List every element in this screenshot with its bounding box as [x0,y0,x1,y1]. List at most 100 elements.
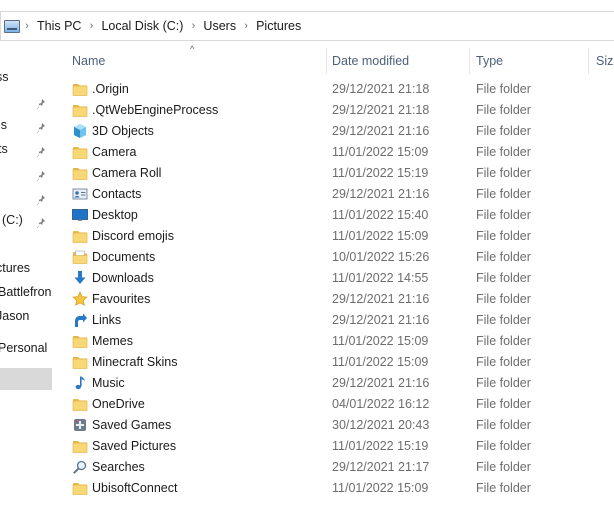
file-name[interactable]: Music [92,373,125,394]
file-type: File folder [476,103,531,117]
downloads-icon [72,270,88,286]
nav-item[interactable] [0,162,52,184]
file-name[interactable]: Discord emojis [92,226,174,247]
file-row[interactable]: Favourites 29/12/2021 21:16 File folder [66,289,614,310]
file-name[interactable]: 3D Objects [92,121,154,142]
nav-item-label: (C:) [2,213,23,227]
folder-icon [72,480,88,496]
nav-item[interactable]: Personal [0,337,52,359]
file-date-modified: 29/12/2021 21:16 [332,124,430,138]
file-row[interactable]: Documents 10/01/2022 15:26 File folder [66,247,614,268]
file-type: File folder [476,460,531,474]
contacts-icon [72,186,88,202]
chevron-right-icon[interactable]: › [84,20,98,32]
file-row[interactable]: Discord emojis 11/01/2022 15:09 File folde… [66,226,614,247]
file-name[interactable]: Desktop [92,205,138,226]
file-list: .Origin 29/12/2021 21:18 File folder .QtWeb… [66,79,614,499]
file-type: File folder [476,145,531,159]
file-type: File folder [476,313,531,327]
chevron-right-icon[interactable]: › [20,20,34,32]
pin-icon[interactable] [36,214,46,228]
pin-icon[interactable] [36,191,46,205]
folder-icon [72,438,88,454]
file-name[interactable]: Saved Pictures [92,436,176,457]
file-row[interactable]: 3D Objects 29/12/2021 21:16 File folder [66,121,614,142]
file-name[interactable]: Minecraft Skins [92,352,177,373]
file-row[interactable]: Music 29/12/2021 21:16 File folder [66,373,614,394]
file-name[interactable]: Favourites [92,289,150,310]
column-header-date-modified[interactable]: Date modified [326,46,409,76]
file-name[interactable]: .QtWebEngineProcess [92,100,218,121]
breadcrumb-pictures[interactable]: Pictures [253,19,304,33]
file-row[interactable]: Saved Pictures 11/01/2022 15:19 File folde… [66,436,614,457]
file-name[interactable]: Camera Roll [92,163,161,184]
file-name[interactable]: Saved Games [92,415,171,436]
address-bar[interactable]: › This PC › Local Disk (C:) › Users › Pi… [0,11,614,41]
chevron-right-icon[interactable]: › [186,20,200,32]
file-name[interactable]: Downloads [92,268,154,289]
chevron-right-icon[interactable]: › [239,20,253,32]
navigation-pane[interactable]: ss ls ts (C:) ctures Battlefron Jason Personal [0,45,52,514]
file-name[interactable]: Documents [92,247,155,268]
file-row[interactable]: Links 29/12/2021 21:16 File folder [66,310,614,331]
file-name[interactable]: Camera [92,142,136,163]
nav-item-label: ts [0,142,8,156]
pin-icon[interactable] [36,167,46,181]
breadcrumb-local-disk[interactable]: Local Disk (C:) [98,19,186,33]
nav-item[interactable]: ls [0,114,52,136]
file-type: File folder [476,166,531,180]
file-date-modified: 11/01/2022 15:09 [332,334,429,348]
file-row[interactable]: Saved Games 30/12/2021 20:43 File folder [66,415,614,436]
column-divider[interactable] [588,48,589,74]
nav-item-label: Jason [0,309,30,323]
nav-item[interactable]: ts [0,138,52,160]
file-row[interactable]: Minecraft Skins 11/01/2022 15:09 File fold… [66,352,614,373]
favourites-icon [72,291,88,307]
file-name[interactable]: .Origin [92,79,129,100]
nav-item-label: ss [0,70,9,84]
nav-item[interactable]: Jason [0,305,52,327]
file-row[interactable]: Desktop 11/01/2022 15:40 File folder [66,205,614,226]
folder-icon [72,396,88,412]
breadcrumb-this-pc[interactable]: This PC [34,19,84,33]
file-name[interactable]: UbisoftConnect [92,478,177,499]
file-row[interactable]: Camera Roll 11/01/2022 15:19 File folder [66,163,614,184]
folder-icon [72,354,88,370]
file-name[interactable]: Memes [92,331,133,352]
nav-item-label: ctures [0,261,31,275]
nav-item[interactable]: ctures [0,257,52,279]
documents-icon [72,249,88,265]
file-name[interactable]: Contacts [92,184,141,205]
file-row[interactable]: OneDrive 04/01/2022 16:12 File folder [66,394,614,415]
file-type: File folder [476,229,531,243]
nav-item[interactable]: ss [0,66,52,88]
nav-item[interactable] [0,90,52,112]
nav-item[interactable] [0,186,52,208]
folder-icon [72,102,88,118]
file-row[interactable]: .QtWebEngineProcess 29/12/2021 21:18 File … [66,100,614,121]
pin-icon[interactable] [36,119,46,133]
nav-item[interactable]: (C:) [0,209,52,231]
file-row[interactable]: Searches 29/12/2021 21:17 File folder [66,457,614,478]
file-row[interactable]: Camera 11/01/2022 15:09 File folder [66,142,614,163]
folder-icon [72,144,88,160]
file-row[interactable]: Contacts 29/12/2021 21:16 File folder [66,184,614,205]
file-row[interactable]: .Origin 29/12/2021 21:18 File folder [66,79,614,100]
desktop-icon [72,207,88,223]
file-type: File folder [476,292,531,306]
file-name[interactable]: OneDrive [92,394,145,415]
file-name[interactable]: Searches [92,457,145,478]
file-row[interactable]: UbisoftConnect 11/01/2022 15:09 File folde… [66,478,614,499]
nav-item[interactable] [0,368,52,390]
pin-icon[interactable] [36,95,46,109]
file-row[interactable]: Downloads 11/01/2022 14:55 File folder [66,268,614,289]
column-header-type[interactable]: Type [470,46,503,76]
nav-item[interactable]: Battlefron [0,281,52,303]
column-header-size[interactable]: Size [590,46,614,76]
file-row[interactable]: Memes 11/01/2022 15:09 File folder [66,331,614,352]
breadcrumb-users[interactable]: Users [200,19,239,33]
pin-icon[interactable] [36,143,46,157]
column-header-name[interactable]: Name [66,46,105,76]
file-name[interactable]: Links [92,310,121,331]
saved-games-icon [72,417,88,433]
